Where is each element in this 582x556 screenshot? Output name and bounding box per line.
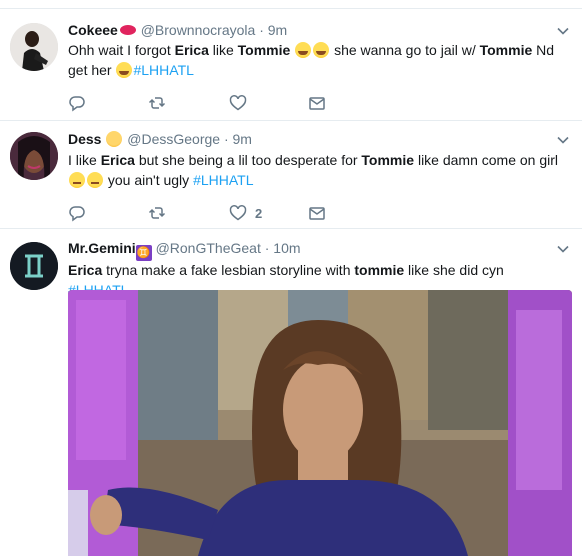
reply-button[interactable]: [68, 203, 94, 223]
separator-dot: ·: [259, 22, 264, 38]
tweet-header: Mr.Gemini♊ @RonGTheGeat · 10m: [68, 239, 552, 261]
text-bold: Tommie: [361, 152, 415, 168]
laughing-emoji-icon: [116, 62, 133, 78]
like-icon: [229, 205, 247, 221]
avatar[interactable]: [10, 132, 58, 180]
laughing-emoji-icon: [313, 42, 330, 58]
retweet-icon: [148, 97, 166, 109]
text-segment: like damn come on girl: [414, 152, 559, 168]
avatar[interactable]: [10, 242, 58, 290]
tweet-actions: [68, 93, 368, 113]
avatar[interactable]: [10, 23, 58, 71]
text-bold: Erica: [174, 42, 209, 58]
user-handle[interactable]: @Brownnocrayola: [141, 22, 256, 38]
display-name[interactable]: Dess: [68, 131, 101, 147]
rolling-eyes-emoji-icon: [87, 172, 103, 188]
text-bold: tommie: [354, 262, 405, 278]
separator-dot: ·: [223, 131, 229, 147]
caret-down-icon[interactable]: [556, 242, 570, 256]
hashtag-link[interactable]: #LHHATL: [133, 62, 193, 78]
display-name[interactable]: Cokeee: [68, 22, 118, 38]
reply-icon: [69, 96, 85, 112]
direct-message-button[interactable]: [308, 203, 326, 223]
laughing-emoji-icon: [295, 42, 312, 58]
caret-down-icon[interactable]: [556, 133, 570, 147]
like-count: 2: [255, 205, 263, 221]
like-icon: [229, 95, 247, 111]
direct-message-icon: [309, 207, 325, 220]
retweet-icon: [148, 207, 166, 219]
direct-message-button[interactable]: [308, 93, 326, 113]
user-handle[interactable]: @RonGTheGeat: [156, 240, 261, 256]
text-segment: like she did cyn: [404, 262, 504, 278]
text-bold: Erica: [68, 262, 103, 278]
text-segment: tryna make a fake lesbian storyline with: [102, 262, 355, 278]
text-segment: she wanna go to jail w/: [330, 42, 480, 58]
reply-icon: [69, 206, 85, 222]
timestamp[interactable]: 9m: [268, 22, 287, 38]
gemini-zodiac-icon: ♊: [135, 245, 152, 261]
timestamp[interactable]: 10m: [273, 240, 300, 256]
direct-message-icon: [309, 97, 325, 110]
rolling-eyes-emoji-icon: [69, 172, 85, 188]
smiling-emoji-icon: [106, 131, 123, 147]
hashtag-link[interactable]: #LHHATL: [193, 172, 253, 188]
retweet-button[interactable]: [148, 93, 174, 113]
timestamp[interactable]: 9m: [233, 131, 252, 147]
like-button[interactable]: 2: [229, 203, 262, 223]
text-bold: Tommie: [479, 42, 533, 58]
text-bold: Tommie: [237, 42, 291, 58]
kiss-lips-icon: [119, 25, 136, 35]
retweet-button[interactable]: [148, 203, 174, 223]
text-segment: Ohh wait I forgot: [68, 42, 175, 58]
text-segment: but she being a lil too desperate for: [134, 152, 362, 168]
text-segment: you ain't ugly: [104, 172, 194, 188]
display-name[interactable]: Mr.Gemini: [68, 240, 136, 256]
text-bold: Erica: [100, 152, 135, 168]
tweet-header: Cokeee @Brownnocrayola · 9m: [68, 21, 552, 39]
gif-still-image: [68, 290, 572, 556]
tweet-media-gif[interactable]: [68, 290, 572, 556]
user-handle[interactable]: @DessGeorge: [127, 131, 220, 147]
tweet-header: Dess @DessGeorge · 9m: [68, 130, 552, 148]
caret-down-icon[interactable]: [556, 24, 570, 38]
separator-dot: ·: [264, 240, 270, 256]
tweet[interactable]: Cokeee @Brownnocrayola · 9m Ohh wait I f…: [0, 8, 582, 121]
tweet-actions: 2: [68, 203, 368, 223]
tweet[interactable]: Dess @DessGeorge · 9m I like Erica but s…: [0, 121, 582, 229]
tweet-text: Ohh wait I forgot Erica like Tommie she …: [68, 40, 568, 80]
like-button[interactable]: [229, 93, 255, 113]
text-segment: I like: [68, 152, 101, 168]
tweet[interactable]: Mr.Gemini♊ @RonGTheGeat · 10m Erica tryn…: [0, 229, 582, 556]
text-segment: like: [208, 42, 238, 58]
tweet-text: I like Erica but she being a lil too des…: [68, 150, 568, 190]
reply-button[interactable]: [68, 93, 94, 113]
